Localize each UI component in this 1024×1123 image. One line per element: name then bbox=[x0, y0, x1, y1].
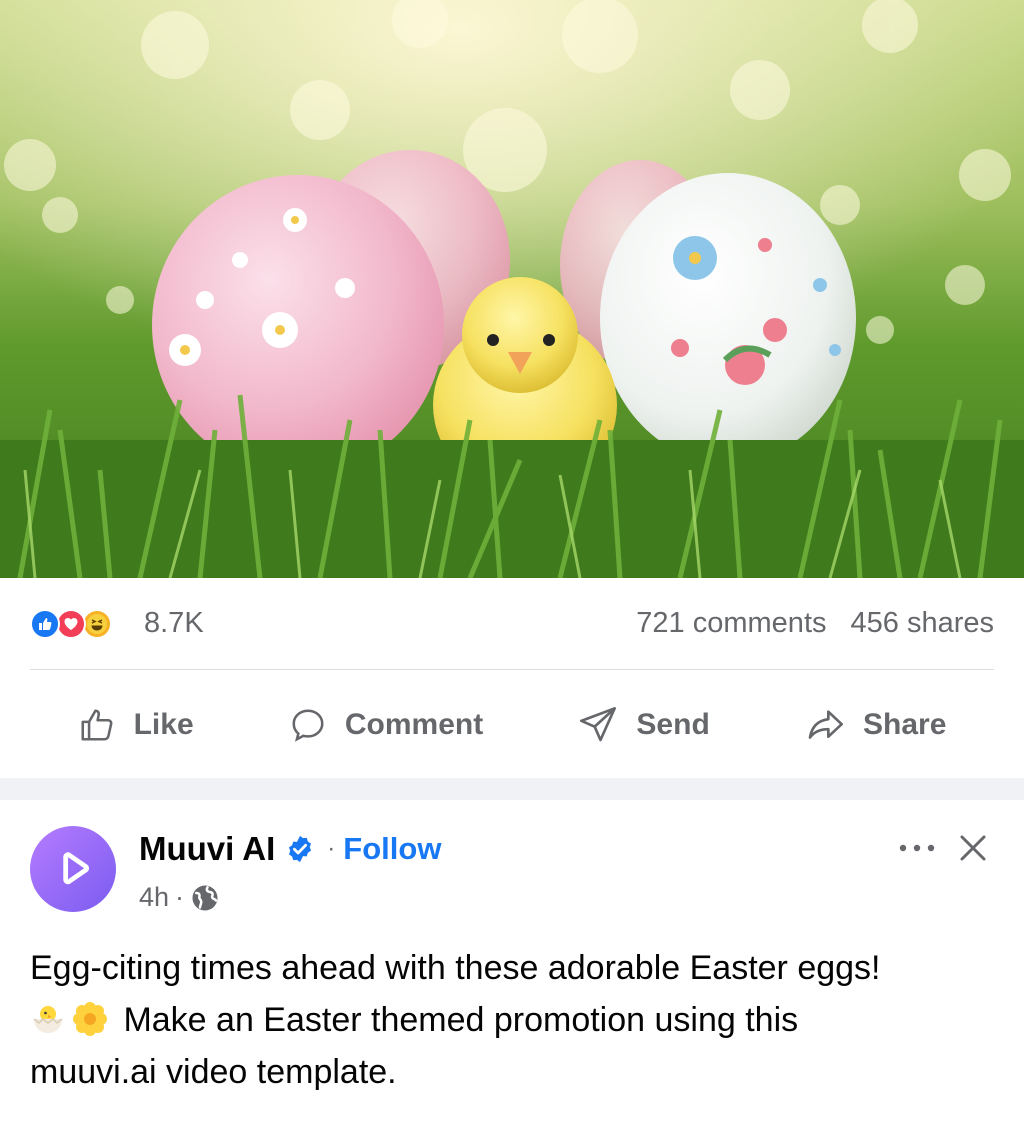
comment-label: Comment bbox=[344, 707, 484, 741]
love-reaction-icon bbox=[56, 608, 86, 639]
send-paper-plane-icon bbox=[580, 706, 617, 741]
reactions-count: 8.7K bbox=[144, 607, 204, 639]
engagement-stats: 8.7K 721 comments 456 shares bbox=[30, 578, 994, 670]
post-time[interactable]: 4h bbox=[139, 882, 169, 913]
follow-button[interactable]: Follow bbox=[343, 831, 441, 867]
verified-badge-icon bbox=[285, 834, 315, 864]
easter-photo-illustration bbox=[0, 0, 1024, 578]
separator-dot: · bbox=[327, 835, 336, 862]
like-reaction-icon bbox=[30, 608, 60, 639]
post-action-bar: Like Comment Send Share bbox=[30, 671, 994, 778]
globe-icon bbox=[192, 885, 218, 910]
post-body-line2: Make an Easter themed promotion using th… bbox=[123, 1001, 799, 1039]
post-card: Muuvi AI · Follow 4h · Egg-citing times … bbox=[0, 800, 1024, 1123]
like-button[interactable]: Like bbox=[58, 696, 214, 754]
send-button[interactable]: Send bbox=[558, 695, 729, 755]
close-icon bbox=[960, 835, 986, 861]
blossom-emoji-icon bbox=[72, 1000, 108, 1036]
author-name[interactable]: Muuvi AI bbox=[139, 830, 275, 868]
share-label: Share bbox=[863, 707, 947, 741]
send-label: Send bbox=[636, 707, 710, 741]
like-label: Like bbox=[133, 707, 194, 741]
more-dots-icon bbox=[899, 844, 935, 852]
comments-count[interactable]: 721 comments bbox=[636, 607, 826, 640]
haha-reaction-icon bbox=[82, 608, 112, 639]
post-photo[interactable] bbox=[0, 0, 1024, 578]
share-button[interactable]: Share bbox=[785, 695, 966, 755]
post-body: Egg-citing times ahead with these adorab… bbox=[30, 942, 1000, 1098]
play-logo-icon bbox=[63, 852, 89, 885]
comment-button[interactable]: Comment bbox=[269, 696, 503, 754]
comment-bubble-icon bbox=[292, 708, 324, 742]
post-engagement-card: 8.7K 721 comments 456 shares Like Commen… bbox=[0, 578, 1024, 778]
reactions-summary[interactable]: 8.7K bbox=[30, 607, 204, 640]
shares-count[interactable]: 456 shares bbox=[851, 607, 995, 640]
hatching-chick-emoji-icon bbox=[30, 1000, 66, 1036]
share-arrow-icon bbox=[808, 709, 843, 739]
page-avatar[interactable] bbox=[30, 826, 116, 912]
close-post-button[interactable] bbox=[955, 830, 991, 866]
meta-separator: · bbox=[175, 882, 185, 912]
post-body-line3: muuvi.ai video template. bbox=[30, 1053, 397, 1091]
post-body-line1: Egg-citing times ahead with these adorab… bbox=[30, 949, 881, 987]
more-options-button[interactable] bbox=[895, 830, 939, 866]
post-meta: 4h · bbox=[139, 882, 220, 913]
thumbs-up-icon bbox=[81, 708, 113, 741]
